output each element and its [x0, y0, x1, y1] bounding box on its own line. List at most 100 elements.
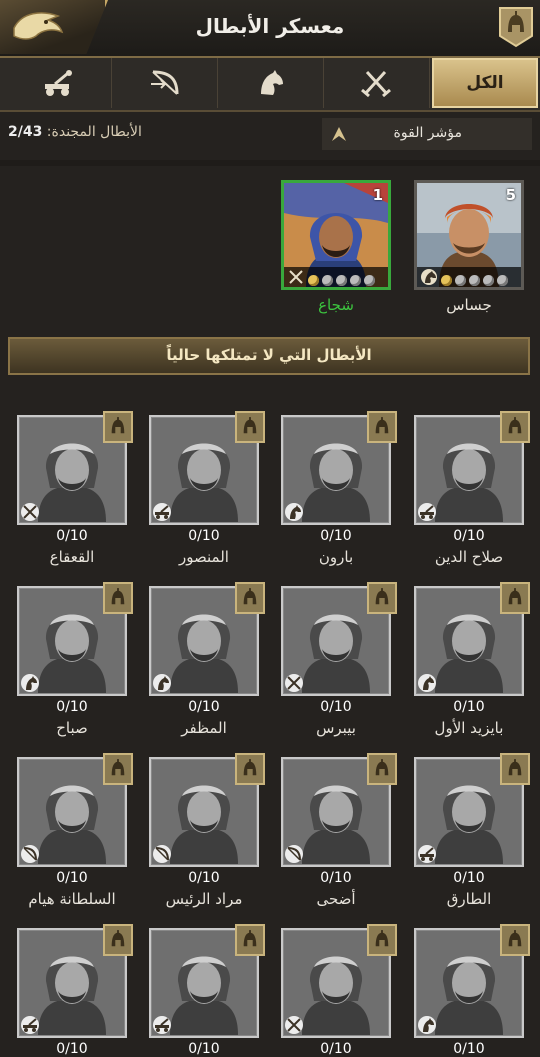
tab-cavalry[interactable]: [217, 58, 324, 108]
hero-shard-progress: 0/10: [320, 1041, 352, 1057]
page-title: معسكر الأبطال: [195, 14, 345, 38]
infantry-class-icon: [21, 503, 39, 521]
owned-hero-card[interactable]: 5: [414, 180, 524, 290]
locked-hero-card[interactable]: [281, 582, 397, 696]
star-icon: [350, 275, 361, 286]
owned-hero-name: جساس: [446, 296, 492, 314]
hero-shard-progress: 0/10: [453, 528, 485, 544]
helmet-icon: [103, 411, 133, 443]
locked-hero-card[interactable]: [149, 924, 265, 1038]
back-button[interactable]: [0, 0, 108, 54]
cavalry-class-icon: [418, 1016, 436, 1034]
siege-class-icon: [153, 503, 171, 521]
siege-class-icon: [418, 503, 436, 521]
locked-hero-card[interactable]: [149, 411, 265, 525]
sort-arrow-icon: [332, 127, 346, 141]
locked-hero-card[interactable]: [17, 582, 133, 696]
helmet-icon: [500, 753, 530, 785]
locked-hero-name: بيبرس: [316, 719, 356, 737]
locked-hero-card[interactable]: [17, 924, 133, 1038]
hero-shard-progress: 0/10: [56, 699, 88, 715]
locked-hero-card[interactable]: [149, 753, 265, 867]
helmet-icon: [103, 924, 133, 956]
hero-shard-progress: 0/10: [453, 1041, 485, 1057]
locked-hero-name: مراد الرئيس: [165, 890, 243, 908]
helmet-icon: [367, 924, 397, 956]
hero-shard-progress: 0/10: [453, 870, 485, 886]
locked-hero-card[interactable]: [414, 582, 530, 696]
hero-shard-progress: 0/10: [320, 528, 352, 544]
helmet-icon: [500, 924, 530, 956]
crossed-swords-icon: [289, 270, 303, 284]
horse-head-icon: [421, 269, 437, 285]
crossed-swords-icon: [361, 70, 391, 98]
helmet-icon: [367, 411, 397, 443]
hero-shard-progress: 0/10: [56, 870, 88, 886]
hero-shard-progress: 0/10: [453, 699, 485, 715]
locked-hero-card[interactable]: [414, 924, 530, 1038]
divider: [0, 160, 540, 166]
locked-hero-card[interactable]: [414, 411, 530, 525]
tab-archer[interactable]: [111, 58, 218, 108]
helmet-icon: [500, 411, 530, 443]
tab-all[interactable]: الكل: [432, 58, 538, 108]
siege-class-icon: [418, 845, 436, 863]
star-icon: [364, 275, 375, 286]
star-icon: [455, 275, 466, 286]
hero-shard-progress: 0/10: [320, 699, 352, 715]
star-icon: [441, 275, 452, 286]
power-sort-label: مؤشر القوة: [393, 125, 462, 141]
siege-class-icon: [153, 1016, 171, 1034]
hero-shard-progress: 0/10: [320, 870, 352, 886]
helmet-icon[interactable]: [498, 6, 534, 48]
hero-shard-progress: 0/10: [188, 1041, 220, 1057]
recruited-label: الأبطال المجندة:: [46, 124, 142, 140]
locked-hero-name: المظفر: [181, 719, 227, 737]
locked-hero-card[interactable]: [281, 753, 397, 867]
header-bar: معسكر الأبطال: [0, 0, 540, 58]
recruited-count: 2/43: [8, 124, 43, 140]
hero-shard-progress: 0/10: [56, 528, 88, 544]
hero-shard-progress: 0/10: [188, 699, 220, 715]
star-icon: [483, 275, 494, 286]
eagle-head-icon: [13, 12, 64, 40]
hero-level: 5: [505, 186, 516, 204]
class-tab-bar: الكل: [0, 58, 540, 112]
locked-hero-card[interactable]: [17, 753, 133, 867]
star-rating: [441, 271, 511, 290]
locked-hero-card[interactable]: [17, 411, 133, 525]
locked-hero-card[interactable]: [281, 924, 397, 1038]
star-icon: [336, 275, 347, 286]
banner-text: الأبطال التي لا تمتلكها حالياً: [166, 346, 372, 364]
infantry-class-icon: [285, 674, 303, 692]
filter-row: مؤشر القوة الأبطال المجندة: 2/43: [0, 112, 540, 154]
helmet-icon: [235, 753, 265, 785]
horse-head-icon: [261, 70, 283, 95]
cavalry-class-icon: [153, 674, 171, 692]
unowned-heroes-banner: الأبطال التي لا تمتلكها حالياً: [8, 337, 530, 375]
helmet-icon: [367, 582, 397, 614]
recruited-counter: الأبطال المجندة: 2/43: [8, 124, 142, 140]
archer-class-icon: [285, 845, 303, 863]
owned-hero-card[interactable]: 1: [281, 180, 391, 290]
helmet-icon: [103, 753, 133, 785]
locked-hero-name: بايزيد الأول: [434, 719, 504, 737]
cavalry-class-icon: [418, 674, 436, 692]
hero-shard-progress: 0/10: [56, 1041, 88, 1057]
bow-icon: [151, 70, 179, 95]
power-sort-dropdown[interactable]: مؤشر القوة: [322, 118, 532, 150]
locked-hero-card[interactable]: [149, 582, 265, 696]
tab-siege[interactable]: [5, 58, 112, 108]
archer-class-icon: [153, 845, 171, 863]
star-icon: [308, 275, 319, 286]
locked-hero-name: الطارق: [446, 890, 492, 908]
locked-hero-card[interactable]: [414, 753, 530, 867]
infantry-class-icon: [285, 1016, 303, 1034]
owned-hero-name: شجاع: [318, 296, 354, 314]
locked-hero-name: المنصور: [179, 548, 229, 566]
helmet-icon: [367, 753, 397, 785]
helmet-icon: [500, 582, 530, 614]
tab-infantry[interactable]: [323, 58, 430, 108]
locked-hero-card[interactable]: [281, 411, 397, 525]
siege-class-icon: [21, 1016, 39, 1034]
